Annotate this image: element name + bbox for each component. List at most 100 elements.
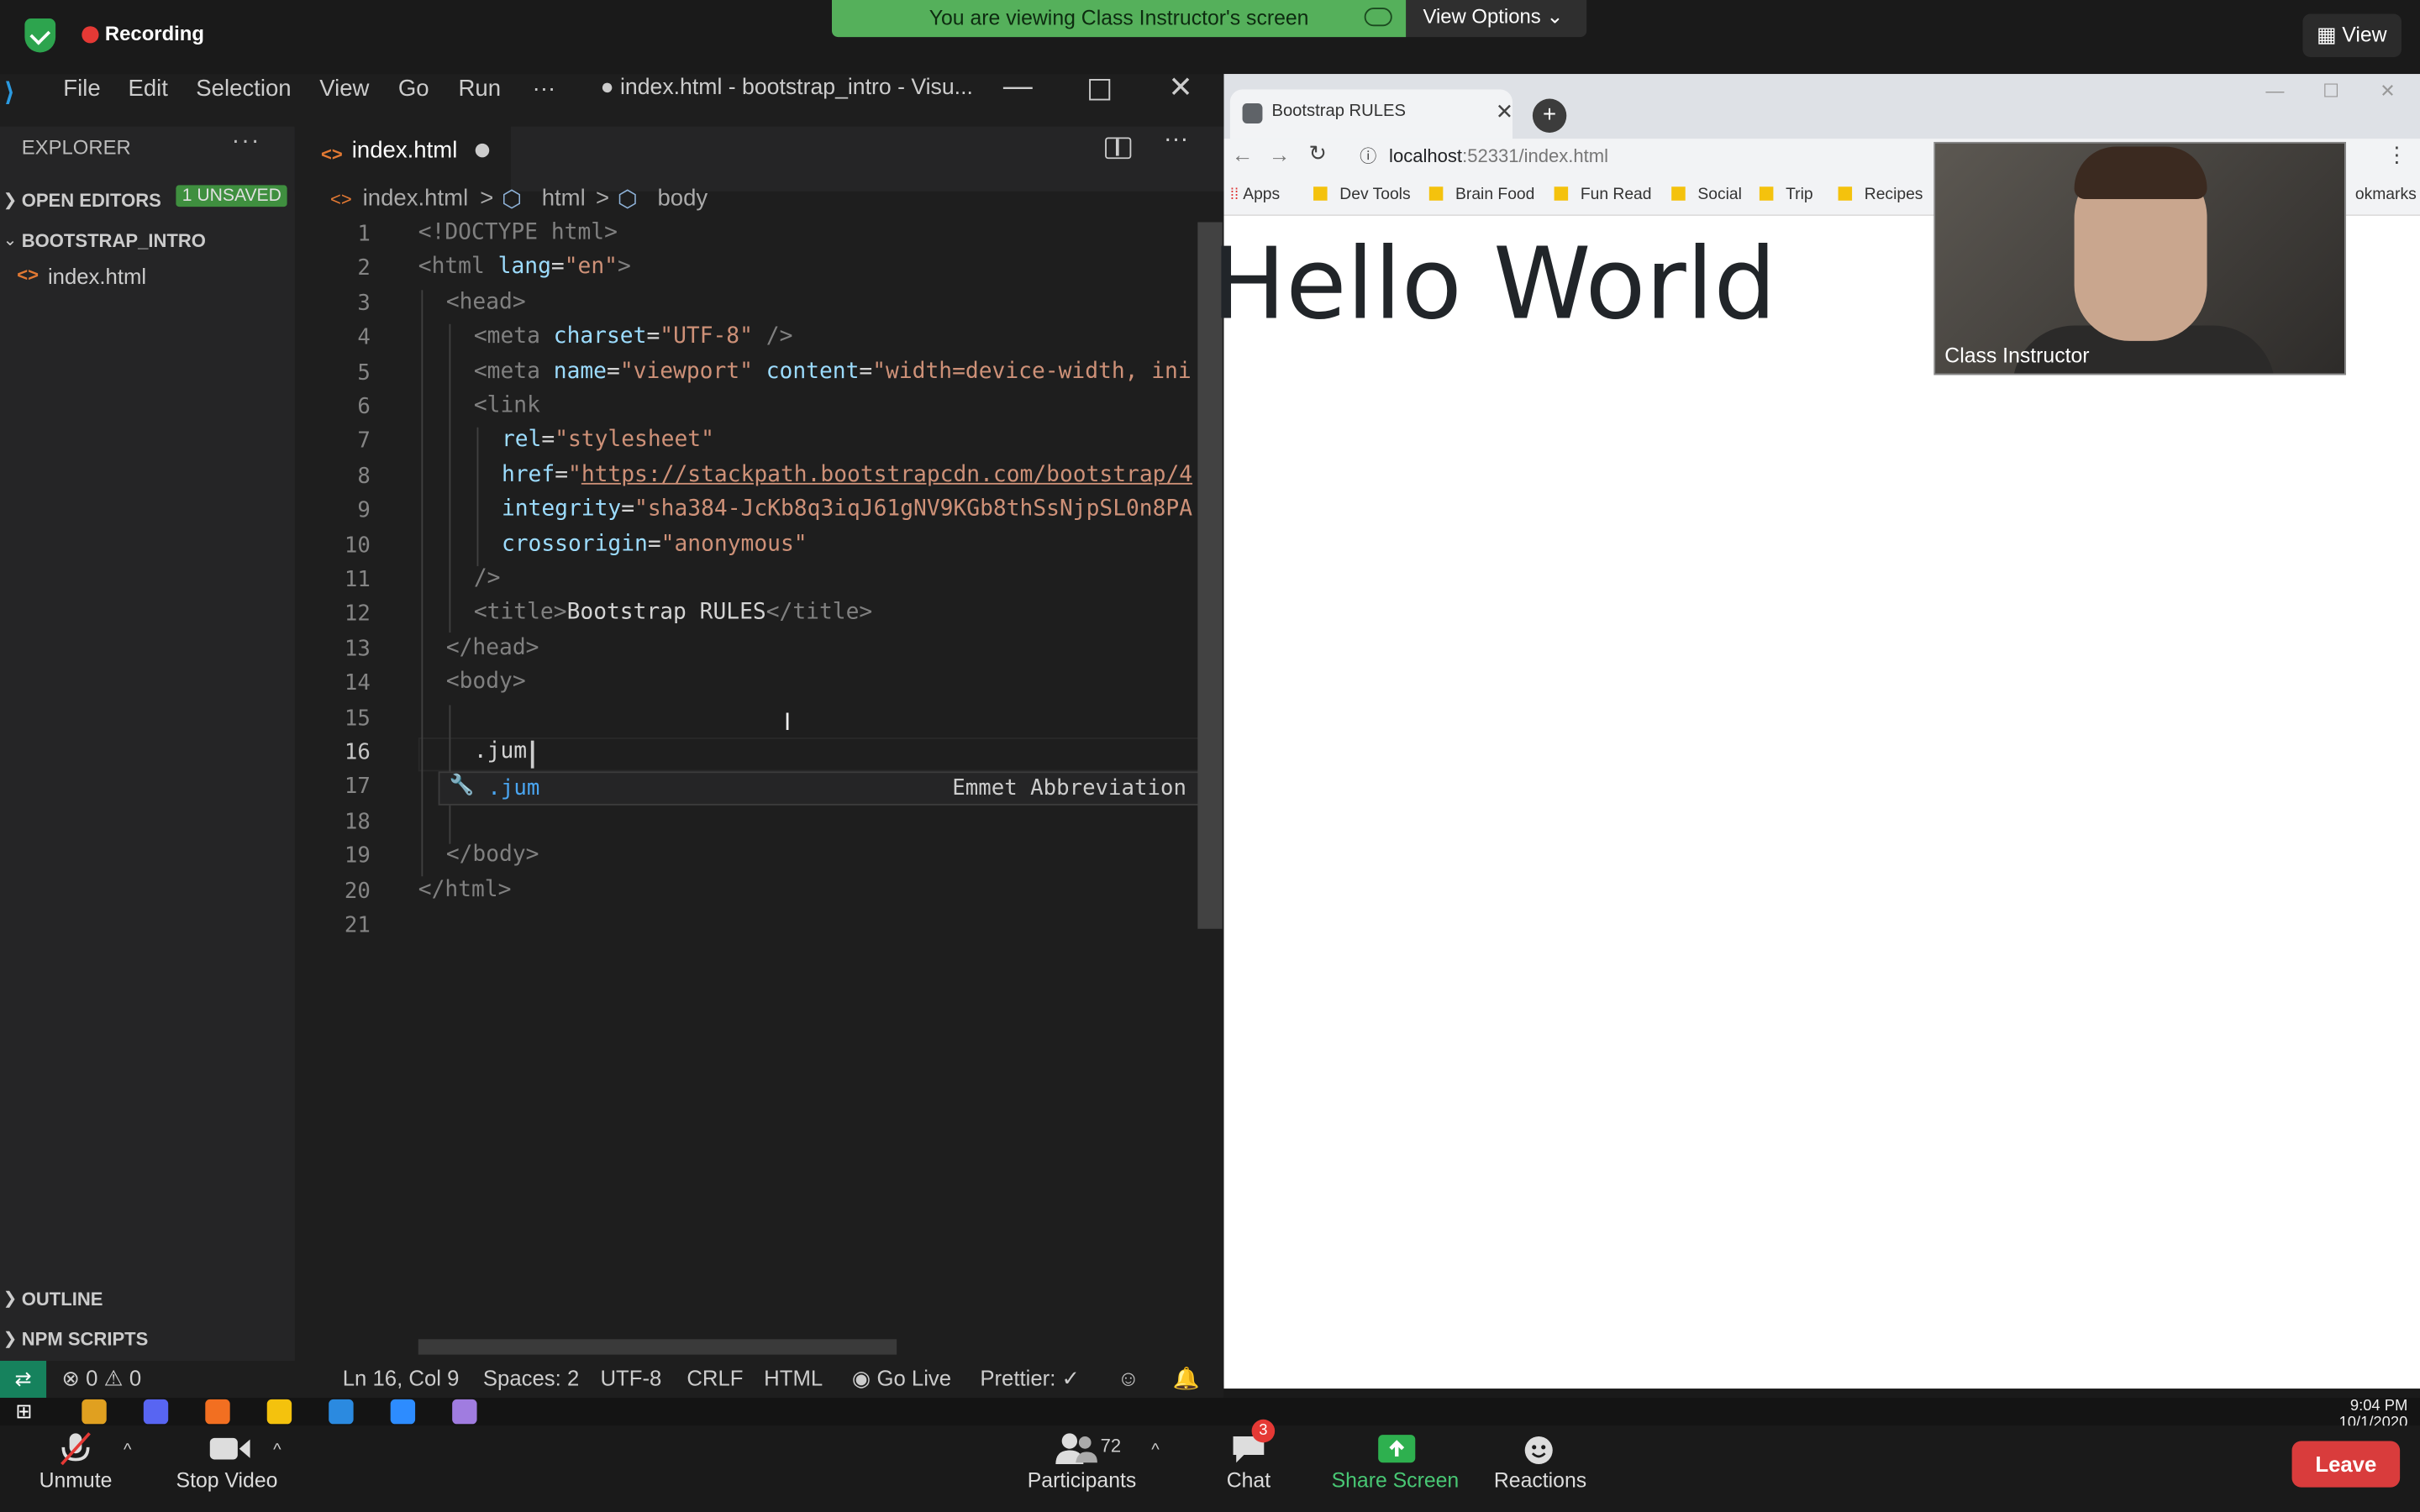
participants-icon: 72 <box>1035 1431 1128 1465</box>
back-arrow-icon[interactable]: ← <box>1232 142 1254 166</box>
chrome-menu-icon[interactable]: ⋮ <box>2386 142 2408 168</box>
code-editor[interactable]: <!DOCTYPE html> <html lang="en"> <head> … <box>418 221 1206 946</box>
view-button[interactable]: ▦ View <box>2302 13 2402 57</box>
vscode-taskbar-icon[interactable] <box>329 1399 354 1425</box>
audio-options-caret-icon[interactable]: ^ <box>124 1441 131 1460</box>
code-line-7: rel="stylesheet" <box>501 428 714 453</box>
share-screen-button[interactable]: Share Screen <box>1324 1431 1466 1492</box>
chrome-tab[interactable]: Bootstrap RULES ✕ <box>1229 89 1514 139</box>
eol-status[interactable]: CRLF <box>687 1366 743 1390</box>
breadcrumb-file[interactable]: index.html <box>363 185 469 211</box>
npm-scripts-header[interactable]: ❯ NPM SCRIPTS <box>0 1324 295 1355</box>
bookmark-brain-food[interactable]: Brain Food <box>1428 185 1534 203</box>
cursor-position[interactable]: Ln 16, Col 9 <box>343 1366 460 1390</box>
reload-icon[interactable]: ↻ <box>1309 140 1328 166</box>
unsaved-dot-icon[interactable] <box>475 143 490 158</box>
window-title: ● index.html - bootstrap_intro - Visu... <box>600 76 973 101</box>
tab-index-html[interactable]: <> index.html <box>294 126 511 192</box>
info-icon[interactable]: ⓘ <box>1360 144 1376 168</box>
breadcrumb-html[interactable]: html <box>542 185 586 211</box>
project-header[interactable]: ⌄ BOOTSTRAP_INTRO <box>0 225 295 256</box>
forward-arrow-icon[interactable]: → <box>1269 142 1291 166</box>
bookmark-trip[interactable]: Trip <box>1759 185 1813 203</box>
discord-taskbar-icon[interactable] <box>143 1399 169 1425</box>
postman-taskbar-icon[interactable] <box>205 1399 230 1425</box>
zoom-taskbar-icon[interactable] <box>390 1399 416 1425</box>
participant-video-tile[interactable]: Class Instructor <box>1933 141 2346 375</box>
autocomplete-suggestion[interactable]: 🔧 .jum Emmet Abbreviation <box>438 771 1206 806</box>
folder-icon <box>1838 186 1853 201</box>
code-line-10: crossorigin="anonymous" <box>501 531 808 557</box>
line-number: 17 <box>344 774 371 801</box>
zoom-top-bar: Recording You are viewing Class Instruct… <box>0 0 2420 75</box>
chat-button[interactable]: 3 Chat <box>1218 1419 1279 1492</box>
feedback-icon[interactable]: ☺ <box>1118 1366 1139 1390</box>
language-status[interactable]: HTML <box>764 1366 823 1390</box>
errors-status[interactable]: ⊗ 0 ⚠ 0 <box>61 1366 141 1392</box>
minimize-icon[interactable]: — <box>1003 71 1033 104</box>
windows-start-icon[interactable]: ⊞ <box>15 1399 39 1424</box>
menu-edit[interactable]: Edit <box>128 76 167 102</box>
maximize-icon[interactable]: ☐ <box>1086 74 1113 109</box>
new-tab-plus-icon[interactable]: + <box>1532 98 1567 133</box>
cloud-icon <box>1364 8 1392 27</box>
unmute-label: Unmute <box>39 1468 113 1493</box>
bookmark-recipes[interactable]: Recipes <box>1838 185 1923 203</box>
line-number: 5 <box>357 360 371 386</box>
encoding-status[interactable]: UTF-8 <box>600 1366 661 1390</box>
menu-more[interactable]: ··· <box>533 76 556 102</box>
menu-file[interactable]: File <box>63 76 100 102</box>
view-options-button[interactable]: View Options ⌄ <box>1406 0 1587 38</box>
address-bar[interactable]: localhost:52331/index.html <box>1389 145 1608 167</box>
bookmark-apps[interactable]: ⁞⁞ Apps <box>1230 185 1280 203</box>
notifications-bell-icon[interactable]: 🔔 <box>1173 1366 1200 1392</box>
tab-close-icon[interactable]: ✕ <box>1496 99 1514 125</box>
code-line-5: <meta name="viewport" content="width=dev… <box>473 359 1192 384</box>
wrench-icon: 🔧 <box>449 773 475 796</box>
status-bar: ⇄ ⊗ 0 ⚠ 0 Ln 16, Col 9 Spaces: 2 UTF-8 C… <box>0 1361 1224 1399</box>
bookmark-dev-tools[interactable]: Dev Tools <box>1313 185 1411 203</box>
outline-header[interactable]: ❯ OUTLINE <box>0 1284 295 1315</box>
security-shield-icon[interactable] <box>24 18 56 53</box>
git-taskbar-icon[interactable] <box>452 1399 477 1425</box>
open-editors-label: OPEN EDITORS <box>21 189 161 212</box>
breadcrumb-body[interactable]: body <box>657 185 708 211</box>
stop-video-button[interactable]: Stop Video <box>170 1431 284 1492</box>
remote-icon[interactable]: ⇄ <box>0 1361 47 1399</box>
bookmark-social[interactable]: Social <box>1671 185 1742 203</box>
close-icon[interactable]: ✕ <box>1168 71 1192 106</box>
line-number: 16 <box>344 740 371 766</box>
chrome-close-icon[interactable]: ✕ <box>2380 81 2395 102</box>
chrome-taskbar-icon[interactable] <box>82 1399 107 1425</box>
indentation-status[interactable]: Spaces: 2 <box>483 1366 579 1390</box>
explorer-more-icon[interactable]: ··· <box>232 128 261 155</box>
editor-horizontal-scrollbar[interactable] <box>418 1339 897 1355</box>
line-number: 9 <box>357 498 371 523</box>
url-path: :52331/index.html <box>1462 144 1609 167</box>
split-editor-icon[interactable] <box>1105 137 1132 160</box>
leave-button[interactable]: Leave <box>2291 1441 2401 1488</box>
chrome-maximize-icon[interactable]: ☐ <box>2323 81 2339 102</box>
participants-button[interactable]: 72 Participants <box>1018 1431 1145 1492</box>
video-options-caret-icon[interactable]: ^ <box>273 1441 281 1460</box>
folder-icon <box>1759 186 1774 201</box>
prettier-status[interactable]: Prettier: ✓ <box>980 1366 1080 1392</box>
bookmark-fun-read[interactable]: Fun Read <box>1554 185 1652 203</box>
menu-selection[interactable]: Selection <box>196 76 291 102</box>
participants-caret-icon[interactable]: ^ <box>1151 1441 1159 1460</box>
other-bookmarks[interactable]: okmarks <box>2355 185 2417 203</box>
chrome-minimize-icon[interactable]: — <box>2265 81 2284 102</box>
menu-run[interactable]: Run <box>459 76 502 102</box>
recording-dot-icon <box>82 26 99 44</box>
menu-go[interactable]: Go <box>398 76 429 102</box>
breadcrumb-separator: > <box>595 185 610 212</box>
menu-view[interactable]: View <box>319 76 369 102</box>
unsaved-badge: 1 UNSAVED <box>176 185 288 207</box>
windows-taskbar: ⊞ 9:04 PM 10/1/2020 <box>0 1398 2420 1431</box>
more-actions-icon[interactable]: ··· <box>1164 127 1188 155</box>
unmute-button[interactable]: Unmute <box>35 1431 116 1492</box>
file-explorer-taskbar-icon[interactable] <box>266 1399 292 1425</box>
reactions-button[interactable]: Reactions <box>1485 1431 1596 1492</box>
go-live-button[interactable]: ◉ Go Live <box>852 1366 951 1392</box>
file-item-index-html[interactable]: <> index.html <box>0 262 295 296</box>
